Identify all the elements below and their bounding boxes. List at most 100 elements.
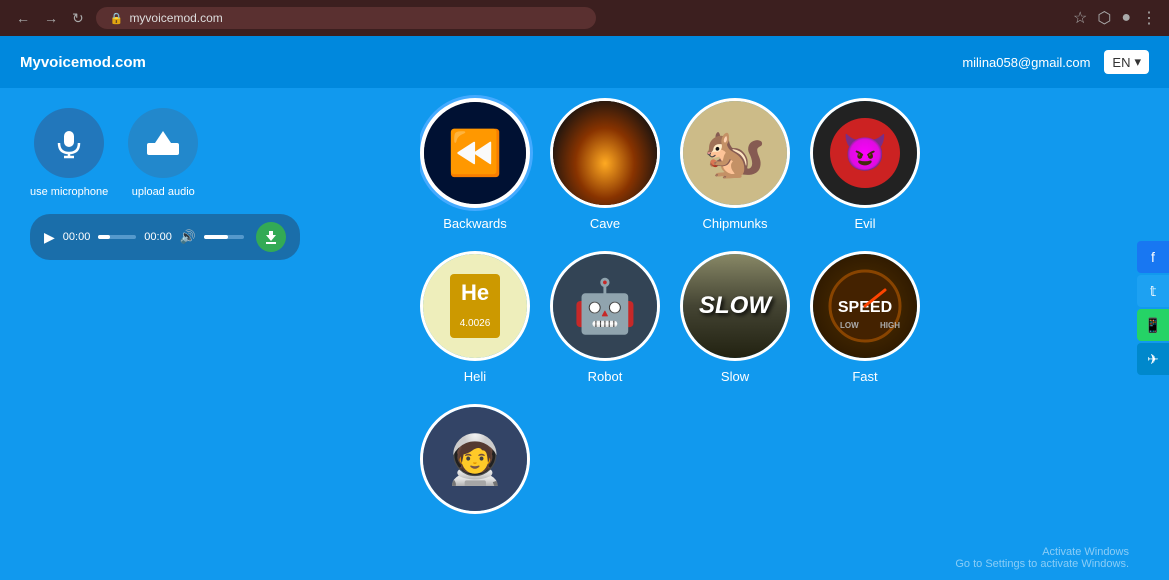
whatsapp-icon: 📱 xyxy=(1144,317,1161,334)
heli-circle: He4.0026 xyxy=(420,251,530,361)
backwards-label: Backwards xyxy=(443,216,507,231)
twitter-icon: 𝕥 xyxy=(1150,283,1157,300)
svg-text:LOW: LOW xyxy=(840,321,859,330)
chipmunks-circle: 🐿️ xyxy=(680,98,790,208)
svg-text:HIGH: HIGH xyxy=(880,321,900,330)
slow-circle: SLOW xyxy=(680,251,790,361)
voice-row-3: 🧑‍🚀 xyxy=(420,404,1149,522)
progress-bar[interactable] xyxy=(98,235,136,239)
voice-slow[interactable]: SLOW Slow xyxy=(680,251,790,384)
heli-visual: He4.0026 xyxy=(423,254,527,358)
extensions-icon[interactable]: ⬡ xyxy=(1097,8,1111,28)
voice-row-1: ⏪ Backwards Cave 🐿️ Chi xyxy=(420,98,1149,231)
topbar: Myvoicemod.com milina058@gmail.com EN ▾ xyxy=(0,36,1169,88)
lang-label: EN xyxy=(1112,55,1130,70)
audio-controls: use microphone upload audio xyxy=(30,108,390,198)
backwards-visual: ⏪ xyxy=(424,102,526,204)
astronaut-circle: 🧑‍🚀 xyxy=(420,404,530,514)
topbar-right: milina058@gmail.com EN ▾ xyxy=(962,50,1149,74)
voice-chipmunks[interactable]: 🐿️ Chipmunks xyxy=(680,98,790,231)
browser-chrome: ← → ↻ 🔒 myvoicemod.com ☆ ⬡ ● ⋮ xyxy=(0,0,1169,36)
evil-circle: 😈 xyxy=(810,98,920,208)
evil-label: Evil xyxy=(855,216,876,231)
social-sidebar: f 𝕥 📱 ✈ xyxy=(1137,241,1169,375)
site-title: Myvoicemod.com xyxy=(20,54,146,71)
voice-row-2: He4.0026 Heli 🤖 Robot xyxy=(420,251,1149,384)
lang-dropdown-icon: ▾ xyxy=(1134,54,1141,70)
volume-fill xyxy=(204,235,228,239)
volume-bar[interactable] xyxy=(204,235,244,239)
robot-label: Robot xyxy=(588,369,623,384)
nav-buttons: ← → ↻ xyxy=(12,8,88,29)
app-container: Myvoicemod.com milina058@gmail.com EN ▾ xyxy=(0,36,1169,580)
back-button[interactable]: ← xyxy=(12,8,34,28)
menu-icon[interactable]: ⋮ xyxy=(1141,8,1157,28)
telegram-icon: ✈ xyxy=(1147,351,1159,368)
voice-backwards[interactable]: ⏪ Backwards xyxy=(420,98,530,231)
facebook-button[interactable]: f xyxy=(1137,241,1169,273)
chipmunks-label: Chipmunks xyxy=(702,216,767,231)
twitter-button[interactable]: 𝕥 xyxy=(1137,275,1169,307)
robot-visual: 🤖 xyxy=(553,254,657,358)
language-selector[interactable]: EN ▾ xyxy=(1104,50,1149,74)
telegram-button[interactable]: ✈ xyxy=(1137,343,1169,375)
microphone-icon xyxy=(53,127,85,159)
evil-face: 😈 xyxy=(830,118,900,188)
voice-grid: ⏪ Backwards Cave 🐿️ Chi xyxy=(420,88,1169,580)
mic-icon-circle xyxy=(34,108,104,178)
upload-icon xyxy=(145,127,181,159)
fast-visual: SPEED LOW HIGH xyxy=(813,254,917,358)
upload-icon-circle xyxy=(128,108,198,178)
chipmunks-visual: 🐿️ xyxy=(683,101,787,205)
cave-visual xyxy=(553,101,657,205)
helium-element: He4.0026 xyxy=(450,274,501,339)
windows-activate-notice: Activate Windows Go to Settings to activ… xyxy=(955,546,1129,570)
astronaut-visual: 🧑‍🚀 xyxy=(423,407,527,511)
facebook-icon: f xyxy=(1151,249,1155,265)
evil-visual: 😈 xyxy=(813,101,917,205)
activate-line2: Go to Settings to activate Windows. xyxy=(955,558,1129,570)
fast-circle: SPEED LOW HIGH xyxy=(810,251,920,361)
voice-heli[interactable]: He4.0026 Heli xyxy=(420,251,530,384)
download-icon xyxy=(264,230,278,244)
speed-dial-icon: SPEED LOW HIGH xyxy=(825,266,905,346)
robot-circle: 🤖 xyxy=(550,251,660,361)
cave-label: Cave xyxy=(590,216,620,231)
voice-evil[interactable]: 😈 Evil xyxy=(810,98,920,231)
url-text: myvoicemod.com xyxy=(129,11,222,25)
voice-astronaut[interactable]: 🧑‍🚀 xyxy=(420,404,530,522)
profile-icon[interactable]: ● xyxy=(1121,9,1131,27)
slow-visual: SLOW xyxy=(683,254,787,358)
progress-fill xyxy=(98,235,109,239)
time-end: 00:00 xyxy=(144,231,172,243)
user-email: milina058@gmail.com xyxy=(962,55,1090,70)
volume-icon: 🔊 xyxy=(180,229,196,245)
activate-line1: Activate Windows xyxy=(955,546,1129,558)
voice-robot[interactable]: 🤖 Robot xyxy=(550,251,660,384)
reload-button[interactable]: ↻ xyxy=(68,8,88,29)
browser-actions: ☆ ⬡ ● ⋮ xyxy=(1073,8,1157,28)
cave-circle xyxy=(550,98,660,208)
time-start: 00:00 xyxy=(63,231,91,243)
robot-figure: 🤖 xyxy=(573,276,638,337)
left-panel: use microphone upload audio ▶ 00:00 xyxy=(0,88,420,580)
fast-label: Fast xyxy=(852,369,877,384)
forward-button[interactable]: → xyxy=(40,8,62,28)
heli-label: Heli xyxy=(464,369,486,384)
microphone-button[interactable]: use microphone xyxy=(30,108,108,198)
audio-player: ▶ 00:00 00:00 🔊 xyxy=(30,214,300,260)
slow-label: Slow xyxy=(721,369,749,384)
voice-fast[interactable]: SPEED LOW HIGH Fast xyxy=(810,251,920,384)
play-button[interactable]: ▶ xyxy=(44,229,55,246)
download-button[interactable] xyxy=(256,222,286,252)
whatsapp-button[interactable]: 📱 xyxy=(1137,309,1169,341)
main-content: use microphone upload audio ▶ 00:00 xyxy=(0,88,1169,580)
mic-label: use microphone xyxy=(30,186,108,198)
upload-button[interactable]: upload audio xyxy=(128,108,198,198)
voice-cave[interactable]: Cave xyxy=(550,98,660,231)
address-bar[interactable]: 🔒 myvoicemod.com xyxy=(96,7,596,29)
upload-label: upload audio xyxy=(132,186,195,198)
bookmark-icon[interactable]: ☆ xyxy=(1073,8,1087,28)
backwards-circle: ⏪ xyxy=(420,98,530,208)
lock-icon: 🔒 xyxy=(110,12,124,25)
